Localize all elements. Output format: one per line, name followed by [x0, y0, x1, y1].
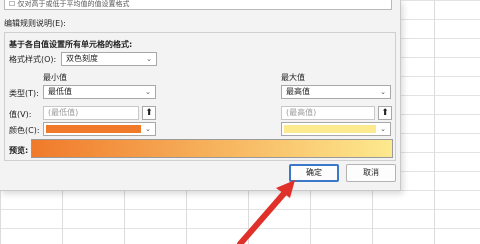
red-arrow-icon: [237, 180, 295, 244]
arrow-shaft: [237, 187, 290, 244]
